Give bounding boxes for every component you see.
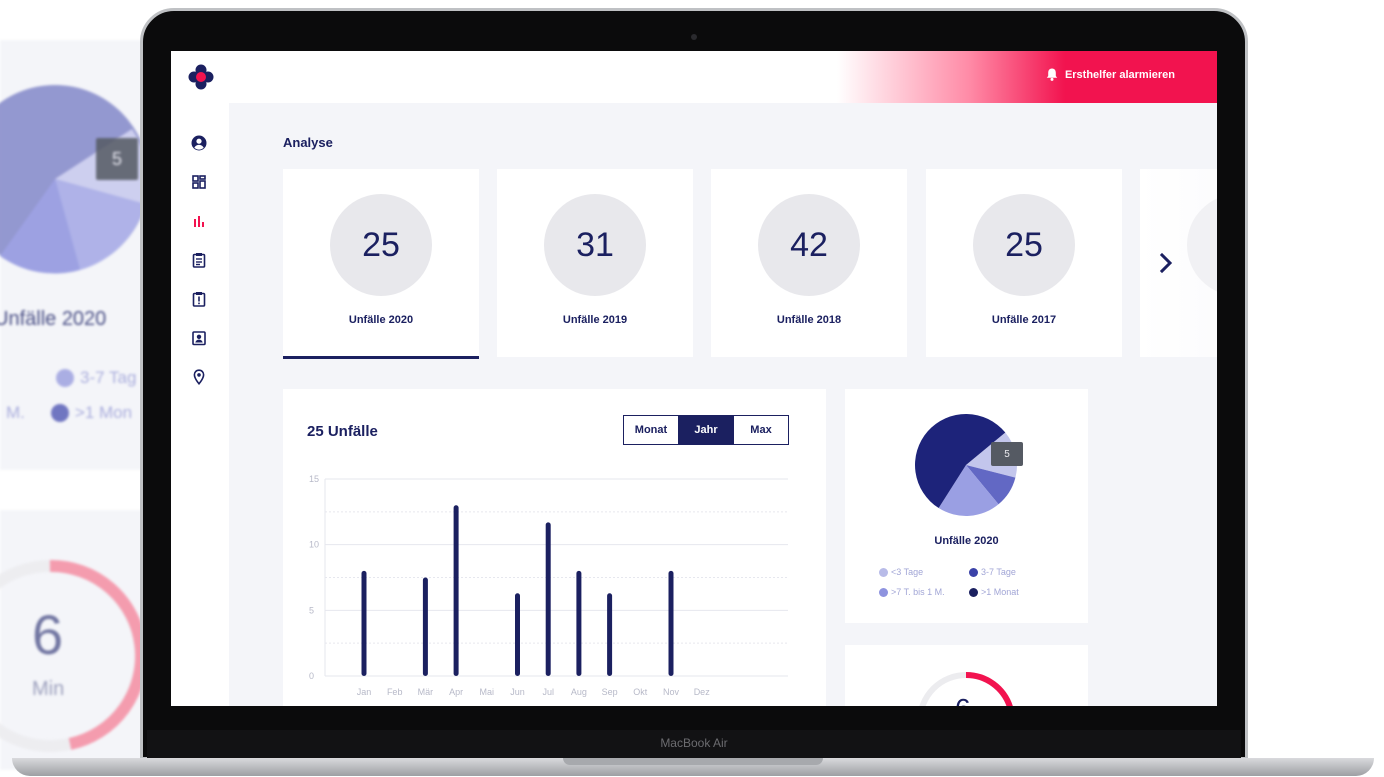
background-gauge-unit: Min (32, 678, 65, 700)
legend-item: >1 Monat (969, 587, 1019, 597)
stat-value: 31 (544, 194, 646, 296)
response-time-card: 6 (845, 645, 1088, 706)
clipboard-icon[interactable] (191, 252, 207, 268)
legend-item: >7 T. bis 1 M. (879, 587, 945, 597)
chevron-right-icon[interactable] (1156, 251, 1176, 275)
bar-jul[interactable] (545, 522, 551, 676)
bar-mär[interactable] (422, 577, 428, 677)
background-gauge (0, 559, 148, 752)
x-tick-label: Jun (510, 687, 525, 697)
x-tick-label: Jan (357, 687, 372, 697)
location-pin-icon[interactable] (191, 369, 207, 385)
stat-card-2017[interactable]: 25 Unfälle 2017 (926, 169, 1122, 357)
x-tick-label: Aug (571, 687, 587, 697)
bar-nov[interactable] (668, 570, 674, 676)
background-gauge-value: 6 (32, 603, 64, 666)
section-title: Analyse (283, 135, 333, 150)
contact-card-icon[interactable] (191, 330, 207, 346)
y-tick-label: 15 (309, 474, 319, 484)
laptop-model-label: MacBook Air (660, 736, 728, 750)
bar-chart: 0 5 10 15 Jan Feb Mär Apr Mai Jun Jul Aug Sep Okt Nov D… (309, 474, 788, 697)
legend-dot (879, 587, 888, 597)
stat-card-partial[interactable] (1140, 169, 1217, 357)
x-tick-label: Sep (602, 687, 618, 697)
alarm-first-aider-button[interactable]: Ersthelfer alarmieren (1046, 68, 1175, 81)
bar-jan[interactable] (361, 570, 367, 676)
x-tick-label: Jul (542, 687, 554, 697)
top-bar: Ersthelfer alarmieren (171, 51, 1217, 103)
bar-jun[interactable] (515, 593, 520, 676)
pie-chart-card: 5 Unfälle 2020 <3 Tage 3-7 Tage >7 T. bi… (845, 389, 1088, 623)
legend-item: 3-7 Tage (969, 567, 1016, 577)
legend-item: <3 Tage (879, 567, 923, 577)
sidebar (171, 103, 229, 706)
stat-value: 42 (758, 194, 860, 296)
accidents-chart-card: 25 Unfälle Monat Jahr Max 0 5 10 15 Jan Feb Mä… (283, 389, 826, 706)
x-tick-label: Mai (480, 687, 495, 697)
grid-icon[interactable] (191, 174, 207, 190)
pie-title: Unfälle 2020 (934, 535, 999, 547)
legend-dot (969, 587, 978, 597)
webcam (691, 34, 697, 40)
legend-dot (969, 567, 978, 577)
y-tick-label: 10 (309, 540, 319, 550)
stat-label: Unfälle 2020 (348, 314, 414, 326)
stat-circle-partial (1187, 194, 1217, 296)
bar-apr[interactable] (453, 505, 459, 676)
stat-label: Unfälle 2019 (562, 314, 628, 326)
pie-tooltip: 5 (991, 442, 1023, 466)
stat-card-2020[interactable]: 25 Unfälle 2020 (283, 169, 479, 359)
x-tick-label: Nov (663, 687, 680, 697)
x-tick-label: Feb (387, 687, 403, 697)
alert-clipboard-icon[interactable] (191, 291, 207, 307)
gauge-value: 6 (955, 693, 971, 706)
bar-chart-icon[interactable] (191, 213, 207, 229)
app-screen: Ersthelfer alarmieren Analyse 25 Unfälle… (171, 51, 1217, 706)
stat-card-2018[interactable]: 42 Unfälle 2018 (711, 169, 907, 357)
stat-label: Unfälle 2017 (991, 314, 1057, 326)
bar-aug[interactable] (576, 570, 582, 676)
active-card-indicator (283, 356, 479, 359)
stat-card-2019[interactable]: 31 Unfälle 2019 (497, 169, 693, 357)
stat-value: 25 (330, 194, 432, 296)
background-legend-b: M. >1 Mon (6, 403, 133, 422)
app-logo[interactable] (187, 63, 215, 91)
background-tooltip: 5 (96, 138, 138, 180)
background-pie-title: Unfälle 2020 (0, 308, 107, 330)
laptop-base-notch (563, 758, 823, 765)
stat-value: 25 (973, 194, 1075, 296)
legend-dot (879, 567, 888, 577)
x-tick-label: Apr (449, 687, 463, 697)
user-circle-icon[interactable] (191, 135, 207, 151)
bell-icon (1046, 68, 1058, 81)
bar-sep[interactable] (607, 593, 613, 676)
x-tick-label: Dez (694, 687, 711, 697)
x-tick-label: Mär (418, 687, 434, 697)
y-tick-label: 5 (309, 605, 314, 615)
y-tick-label: 0 (309, 671, 314, 681)
stat-label: Unfälle 2018 (776, 314, 842, 326)
scene: 5 Unfälle 2020 3-7 Tag M. >1 Mon 6 Min M… (0, 0, 1384, 777)
background-legend-a: 3-7 Tag (56, 368, 136, 388)
alarm-label: Ersthelfer alarmieren (1064, 68, 1175, 81)
x-tick-label: Okt (633, 687, 648, 697)
pie-chart (915, 414, 1017, 516)
